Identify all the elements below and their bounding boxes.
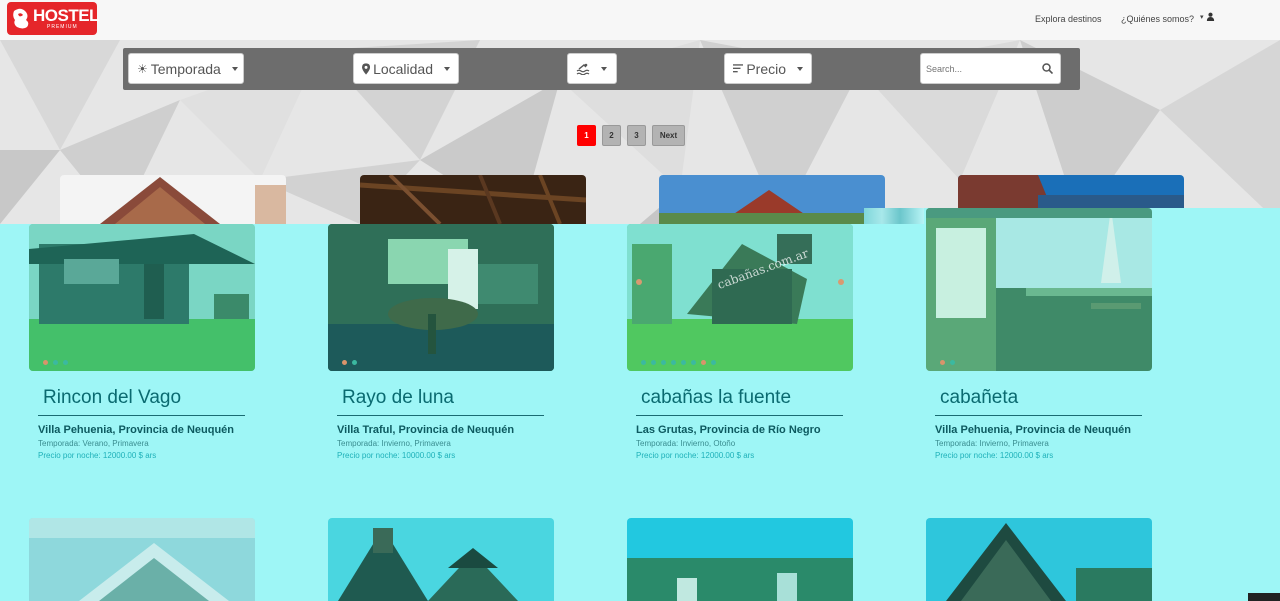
next-page-button[interactable]: Next [652,125,685,146]
listing-location: Villa Pehuenia, Provincia de Neuquén [935,424,1132,436]
interior-image [328,224,554,371]
user-icon [1206,12,1215,22]
logo-mark-icon [13,8,29,29]
carousel-dot[interactable] [53,360,58,365]
interior-image [360,175,586,224]
user-menu-toggle[interactable]: ▾ [1200,11,1215,22]
sort-icon [733,64,744,73]
carousel-dot[interactable] [63,360,68,365]
hostel-premium-logo[interactable]: HOSTEL PREMIUM [7,2,99,35]
temporada-dropdown[interactable]: ☀ Temporada [128,53,244,84]
carousel-dot[interactable] [940,360,945,365]
carousel-dot[interactable] [342,360,347,365]
carousel-next-icon[interactable] [838,279,844,285]
pool-icon [576,63,590,75]
carousel-dot[interactable] [661,360,666,365]
listing-title[interactable]: cabañas la fuente [641,387,791,409]
listing-image-peek[interactable] [659,175,885,224]
listing-price: Precio por noche: 12000.00 $ ars [636,451,755,460]
carousel-dot[interactable] [352,360,357,365]
cabin-image [627,224,853,371]
carousel-indicators [43,360,68,365]
carousel-dot[interactable] [671,360,676,365]
listing-season: Temporada: Invierno, Primavera [337,439,451,448]
carousel-dot[interactable] [701,360,706,365]
listing-location: Villa Pehuenia, Provincia de Neuquén [38,424,235,436]
listing-price: Precio por noche: 12000.00 $ ars [38,451,157,460]
listing-card-image[interactable] [29,518,255,601]
precio-dropdown[interactable]: Precio [724,53,812,84]
listing-season: Temporada: Invierno, Otoño [636,439,736,448]
search-input[interactable] [921,54,1031,83]
title-divider [636,415,843,416]
carousel-prev-icon[interactable] [636,279,642,285]
page-2-button[interactable]: 2 [602,125,621,146]
nav-quienes-somos[interactable]: ¿Quiénes somos? [1121,14,1194,24]
listing-image-peek[interactable] [360,175,586,224]
listing-price: Precio por noche: 10000.00 $ ars [337,451,456,460]
forest-cabin-image [627,518,853,601]
localidad-dropdown[interactable]: Localidad [353,53,459,84]
stone-house-image [328,518,554,601]
cabin-image [100,177,286,224]
title-divider [935,415,1142,416]
temporada-label: Temporada [150,60,221,77]
deck-image [926,208,1152,371]
map-marker-icon [362,62,371,75]
carousel-dot[interactable] [43,360,48,365]
wood-cabin-image [926,518,1152,601]
carousel-dot[interactable] [651,360,656,365]
listing-season: Temporada: Verano, Primavera [38,439,149,448]
listings-section: cabañas.com.ar Rincon del Vago Villa Peh… [0,208,1280,601]
cabin-image [659,190,885,224]
listing-price: Precio por noche: 12000.00 $ ars [935,451,1054,460]
localidad-label: Localidad [373,60,433,77]
listing-title[interactable]: cabañeta [940,387,1018,409]
carousel-dot[interactable] [691,360,696,365]
listing-card-image[interactable]: cabañas.com.ar [627,224,853,371]
title-divider [337,415,544,416]
sun-icon: ☀ [137,61,148,76]
logo-text: HOSTEL [33,6,99,25]
listing-location: Las Grutas, Provincia de Río Negro [636,424,821,436]
listing-image-peek[interactable] [60,175,286,224]
cabin-image [29,224,255,371]
caret-down-icon: ▾ [1200,14,1204,21]
listing-card-image[interactable] [926,518,1152,601]
search-icon[interactable] [1042,63,1053,74]
caret-down-icon [797,66,803,71]
listing-title[interactable]: Rincon del Vago [43,387,181,409]
top-navbar: HOSTEL PREMIUM Explora destinos ¿Quiénes… [0,0,1280,40]
title-divider [38,415,245,416]
carousel-dot[interactable] [711,360,716,365]
listing-card-image[interactable] [328,224,554,371]
page-3-button[interactable]: 3 [627,125,646,146]
render-glitch [864,208,924,224]
listing-season: Temporada: Invierno, Primavera [935,439,1049,448]
carousel-dot[interactable] [681,360,686,365]
listing-card-image[interactable] [328,518,554,601]
listing-location: Villa Traful, Provincia de Neuquén [337,424,515,436]
precio-label: Precio [746,60,786,77]
listing-card-image[interactable] [627,518,853,601]
caret-down-icon [601,66,607,71]
listing-card-image[interactable] [29,224,255,371]
carousel-dot[interactable] [950,360,955,365]
carousel-dot[interactable] [641,360,646,365]
carousel-indicators [940,360,955,365]
nav-explora-destinos[interactable]: Explora destinos [1035,14,1102,24]
listing-title[interactable]: Rayo de luna [342,387,454,409]
carousel-indicators [641,360,716,365]
snow-cabin-image [29,518,255,601]
filter-bar: ☀ Temporada Localidad Precio [123,48,1080,90]
page-1-button[interactable]: 1 [577,125,596,146]
caret-down-icon [231,66,238,71]
listing-card-image[interactable] [926,208,1152,371]
logo-subtext: PREMIUM [47,24,78,30]
pool-amenity-dropdown[interactable] [567,53,617,84]
corner-element [1248,593,1280,601]
carousel-indicators [342,360,357,365]
caret-down-icon [444,66,450,71]
search-box [920,53,1061,84]
